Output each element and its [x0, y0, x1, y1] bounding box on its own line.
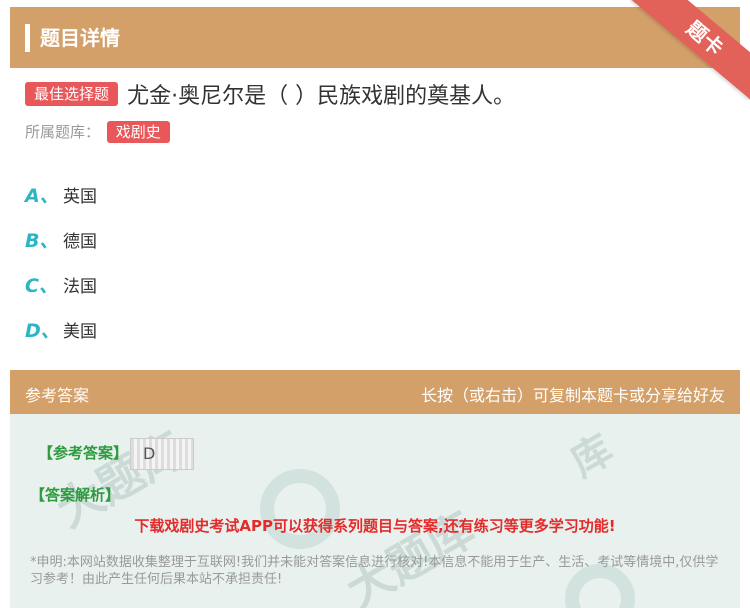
reference-answer-label: 【参考答案】 — [38, 444, 129, 462]
header-accent-bar — [25, 24, 30, 52]
option-text: 英国 — [63, 187, 97, 207]
disclaimer-text: *申明:本网站数据收集整理于互联网!我们并未能对答案信息进行核对!本信息不能用于… — [30, 555, 719, 587]
answer-image: D — [130, 438, 194, 470]
option-text: 德国 — [63, 232, 97, 252]
option-text: 法国 — [63, 277, 97, 297]
question-type-badge: 最佳选择题 — [25, 82, 119, 106]
app-promo-link[interactable]: 下载戏剧史考试APP可以获得系列题目与答案,还有练习等更多学习功能! — [10, 515, 740, 536]
option-letter: D、 — [25, 320, 60, 342]
question-stem: 最佳选择题 尤金·奥尼尔是（ ）民族戏剧的奠基人。 — [25, 78, 725, 110]
question-text: 尤金·奥尼尔是（ ）民族戏剧的奠基人。 — [127, 84, 516, 109]
option-c[interactable]: C、 法国 — [25, 262, 97, 307]
option-letter: A、 — [25, 185, 59, 207]
bank-tag[interactable]: 戏剧史 — [106, 121, 170, 143]
option-d[interactable]: D、 美国 — [25, 307, 97, 352]
options-list: A、 英国 B、 德国 C、 法国 D、 美国 — [25, 172, 97, 352]
question-bank-row: 所属题库： 戏剧史 — [25, 121, 170, 143]
answer-panel: 大题库 大题库 库 【参考答案】 D 【答案解析】 下载戏剧史考试APP可以获得… — [10, 414, 740, 608]
watermark-text: 库 — [563, 426, 621, 487]
bank-label: 所属题库： — [25, 123, 101, 141]
share-hint: 长按（或右击）可复制本题卡或分享给好友 — [420, 386, 725, 405]
analysis-label: 【答案解析】 — [30, 486, 121, 504]
option-letter: C、 — [25, 275, 58, 297]
option-b[interactable]: B、 德国 — [25, 217, 97, 262]
option-a[interactable]: A、 英国 — [25, 172, 97, 217]
watermark-text: 大题库 — [337, 501, 484, 608]
option-text: 美国 — [63, 322, 97, 342]
page-title: 题目详情 — [40, 26, 120, 50]
answer-section-title: 参考答案 — [25, 386, 90, 405]
watermark-logo — [260, 469, 340, 549]
option-letter: B、 — [25, 230, 59, 252]
answer-header: 参考答案 长按（或右击）可复制本题卡或分享给好友 — [10, 370, 740, 414]
